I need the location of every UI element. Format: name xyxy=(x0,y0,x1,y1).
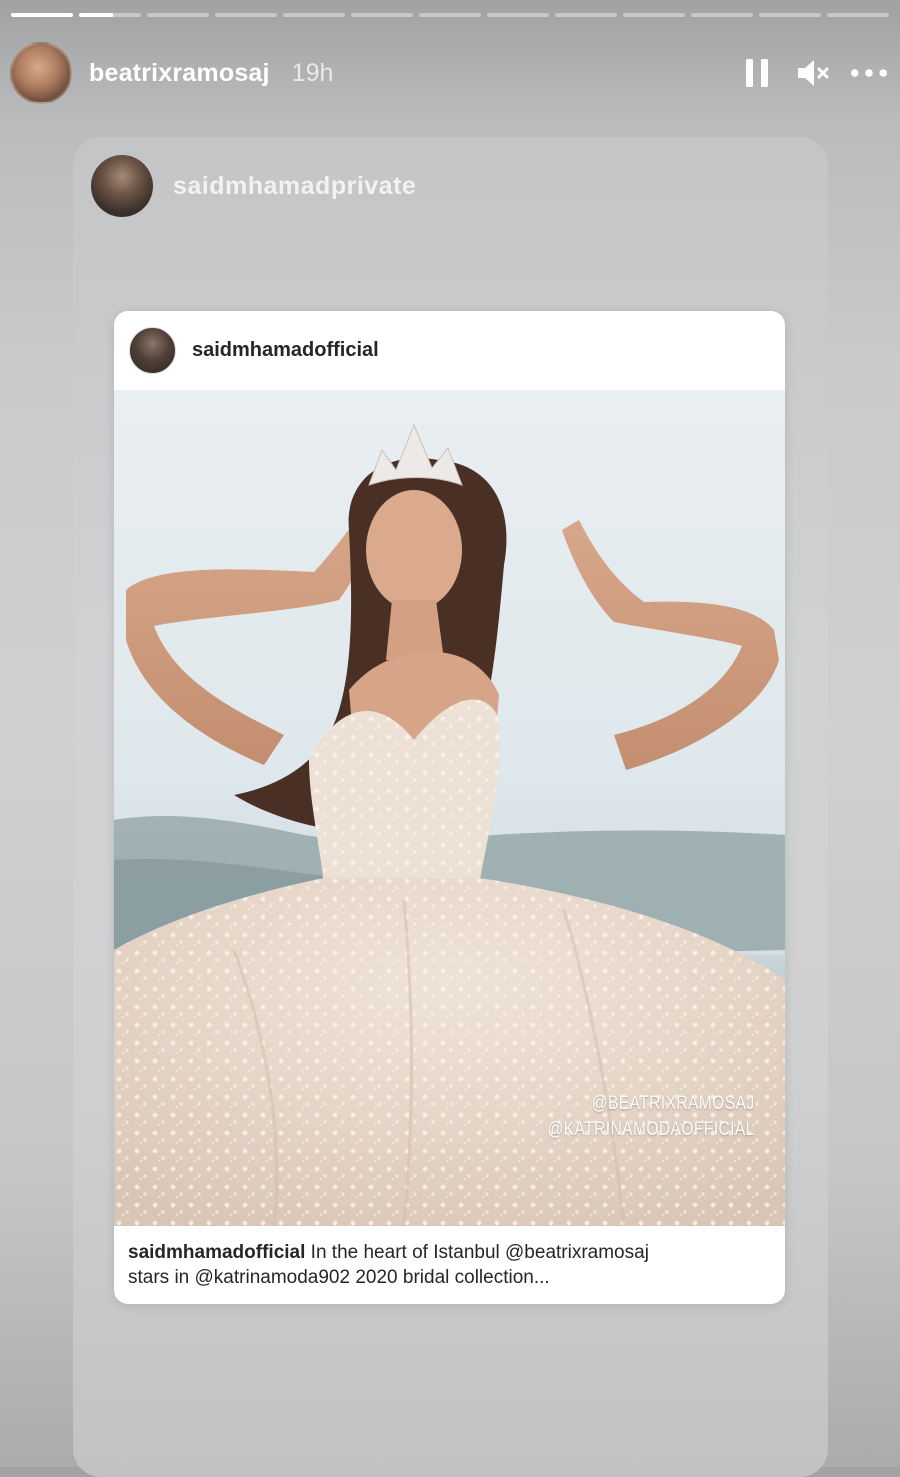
reposter-username[interactable]: saidmhamadprivate xyxy=(173,172,416,201)
multiple-photos-icon xyxy=(738,334,765,362)
more-button[interactable] xyxy=(850,54,888,92)
story-progress-segment xyxy=(827,13,889,17)
story-progress-segment xyxy=(555,13,617,17)
pause-button[interactable] xyxy=(738,54,776,92)
story-progress-segment xyxy=(691,13,753,17)
story-progress xyxy=(11,13,889,17)
story-progress-fill xyxy=(79,13,114,17)
post-caption: saidmhamadofficial In the heart of Istan… xyxy=(128,1240,767,1290)
speaker-muted-icon xyxy=(798,60,829,86)
mute-button[interactable] xyxy=(794,54,832,92)
embedded-post[interactable]: saidmhamadofficial @BEATRIXRAMOSAJ @KATR… xyxy=(114,311,785,1304)
story-header: beatrixramosaj 19h xyxy=(10,40,888,106)
post-author[interactable]: saidmhamadofficial xyxy=(192,339,379,362)
story-controls xyxy=(738,54,888,92)
reposter: saidmhamadprivate xyxy=(91,155,416,217)
story-progress-segment xyxy=(11,13,73,17)
story-progress-segment xyxy=(283,13,345,17)
more-icon xyxy=(850,69,888,77)
caption-author[interactable]: saidmhamadofficial xyxy=(128,1242,305,1263)
reposter-avatar[interactable] xyxy=(91,155,153,217)
story-username[interactable]: beatrixramosaj xyxy=(89,59,270,88)
avatar[interactable] xyxy=(10,42,72,104)
story-time: 19h xyxy=(291,58,334,87)
post-header: saidmhamadofficial xyxy=(114,311,785,390)
story-progress-segment xyxy=(487,13,549,17)
story-progress-segment xyxy=(351,13,413,17)
pause-icon xyxy=(746,59,768,87)
story-progress-segment xyxy=(79,13,141,17)
caption-text-line2: stars in @katrinamoda902 2020 bridal col… xyxy=(128,1267,550,1288)
caption-text-line1: In the heart of Istanbul @beatrixramosaj xyxy=(310,1242,649,1263)
story-progress-segment xyxy=(215,13,277,17)
story-progress-segment xyxy=(623,13,685,17)
post-author-avatar[interactable] xyxy=(129,327,176,374)
story-progress-segment xyxy=(759,13,821,17)
story-progress-fill xyxy=(11,13,73,17)
photo-watermark-line1: @BEATRIXRAMOSAJ xyxy=(592,1093,755,1114)
story-progress-segment xyxy=(419,13,481,17)
story-progress-segment xyxy=(147,13,209,17)
photo-watermark-line2: @KATRINAMODAOFFICIAL xyxy=(547,1119,755,1140)
